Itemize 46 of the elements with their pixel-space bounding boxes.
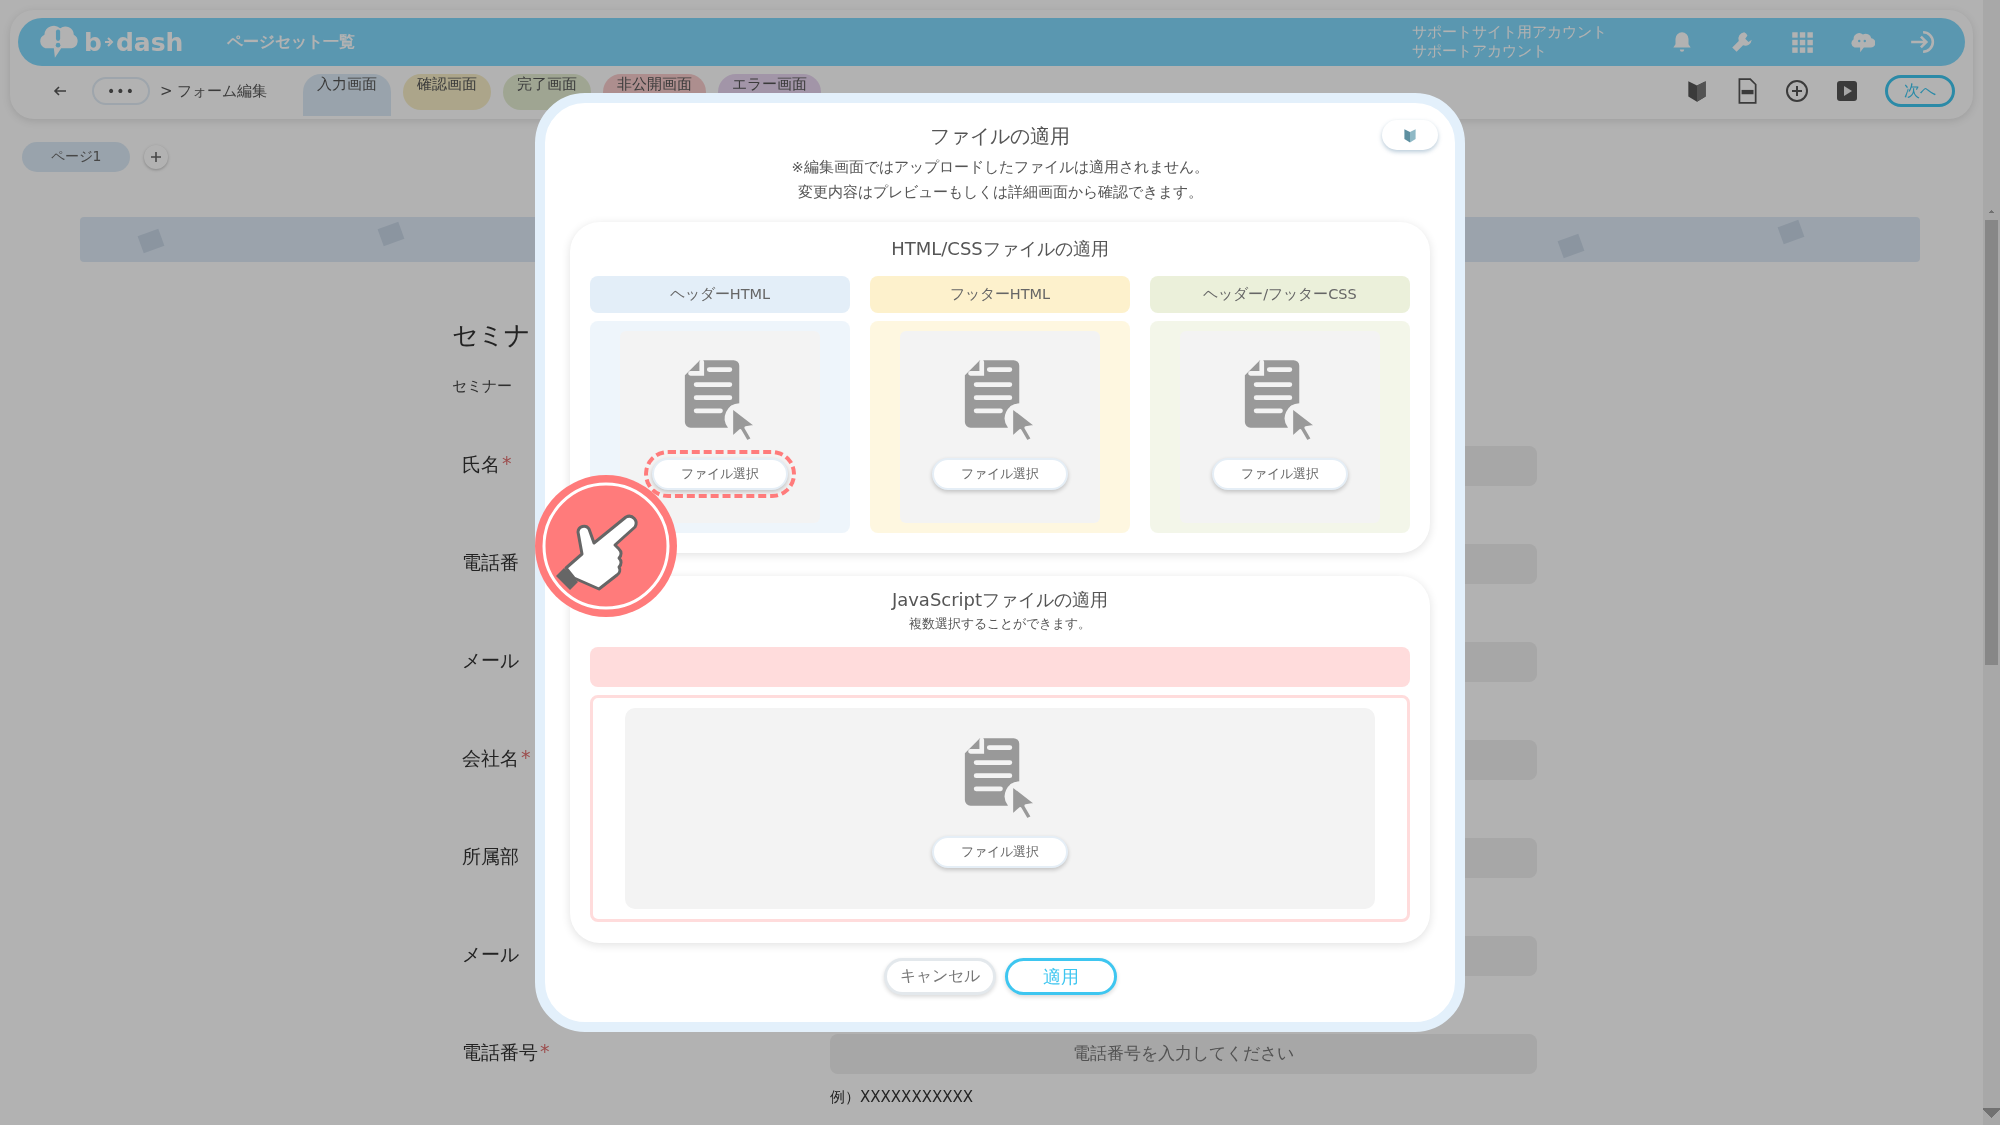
- account-name: サポートサイト用アカウント: [1412, 23, 1607, 42]
- field-label: 所属部: [462, 844, 519, 869]
- beginner-mark-icon: [1403, 126, 1417, 144]
- field-label: 電話番号: [462, 1040, 538, 1065]
- drop-zone[interactable]: ファイル選択: [900, 331, 1100, 523]
- dialog-title: ファイルの適用: [930, 123, 1070, 150]
- notice-text: ※編集画面ではアップロードしたファイルは適用されません。: [790, 158, 1210, 177]
- add-page-button[interactable]: [144, 145, 168, 169]
- field-label: メール: [462, 648, 519, 673]
- drop-zone[interactable]: ファイル選択: [625, 708, 1375, 909]
- beginner-mark-icon[interactable]: [1685, 78, 1709, 104]
- input-field[interactable]: 電話番号を入力してください: [830, 1034, 1537, 1074]
- slot-header: フッターHTML: [870, 276, 1130, 313]
- cancel-button[interactable]: キャンセル: [883, 958, 996, 995]
- file-select-button[interactable]: ファイル選択: [1212, 458, 1348, 490]
- add-circle-icon[interactable]: [1785, 78, 1809, 104]
- field-label: 会社名: [462, 746, 519, 771]
- required-mark: *: [521, 746, 531, 770]
- breadcrumb: > フォーム編集: [160, 81, 268, 101]
- plus-icon: [150, 151, 162, 163]
- tab[interactable]: 入力画面: [303, 74, 392, 116]
- play-icon[interactable]: [1835, 78, 1859, 104]
- scrollbar[interactable]: [1983, 0, 2000, 1125]
- example-text: 例）XXXXXXXXXXX: [830, 1088, 975, 1107]
- drop-zone[interactable]: ファイル選択: [620, 331, 820, 523]
- section-title: JavaScriptファイルの適用: [890, 588, 1110, 612]
- form-intro: セミナー: [452, 377, 513, 396]
- required-mark: *: [540, 1040, 550, 1064]
- account-name: サポートアカウント: [1412, 42, 1548, 61]
- notice-text: 変更内容はプレビューもしくは詳細画面から確認できます。: [796, 183, 1204, 202]
- field-label: 電話番: [462, 550, 519, 575]
- file-select-button[interactable]: ファイル選択: [932, 458, 1068, 490]
- form-title: セミナ: [452, 319, 531, 352]
- tab[interactable]: 確認画面: [403, 74, 492, 110]
- file-select-button[interactable]: ファイル選択: [932, 836, 1068, 868]
- help-button[interactable]: [1382, 120, 1438, 150]
- section-subtitle: 複数選択することができます。: [908, 615, 1092, 633]
- required-mark: *: [502, 452, 512, 476]
- slot-header: ヘッダー/フッターCSS: [1150, 276, 1410, 313]
- page-tab[interactable]: ページ1: [22, 142, 130, 172]
- more-button[interactable]: •••: [92, 77, 150, 105]
- slot-header: ヘッダーHTML: [590, 276, 850, 313]
- field-label: メール: [462, 942, 519, 967]
- section-title: HTML/CSSファイルの適用: [890, 237, 1110, 261]
- drop-zone[interactable]: ファイル選択: [1180, 331, 1380, 523]
- field-label: 氏名: [462, 452, 500, 477]
